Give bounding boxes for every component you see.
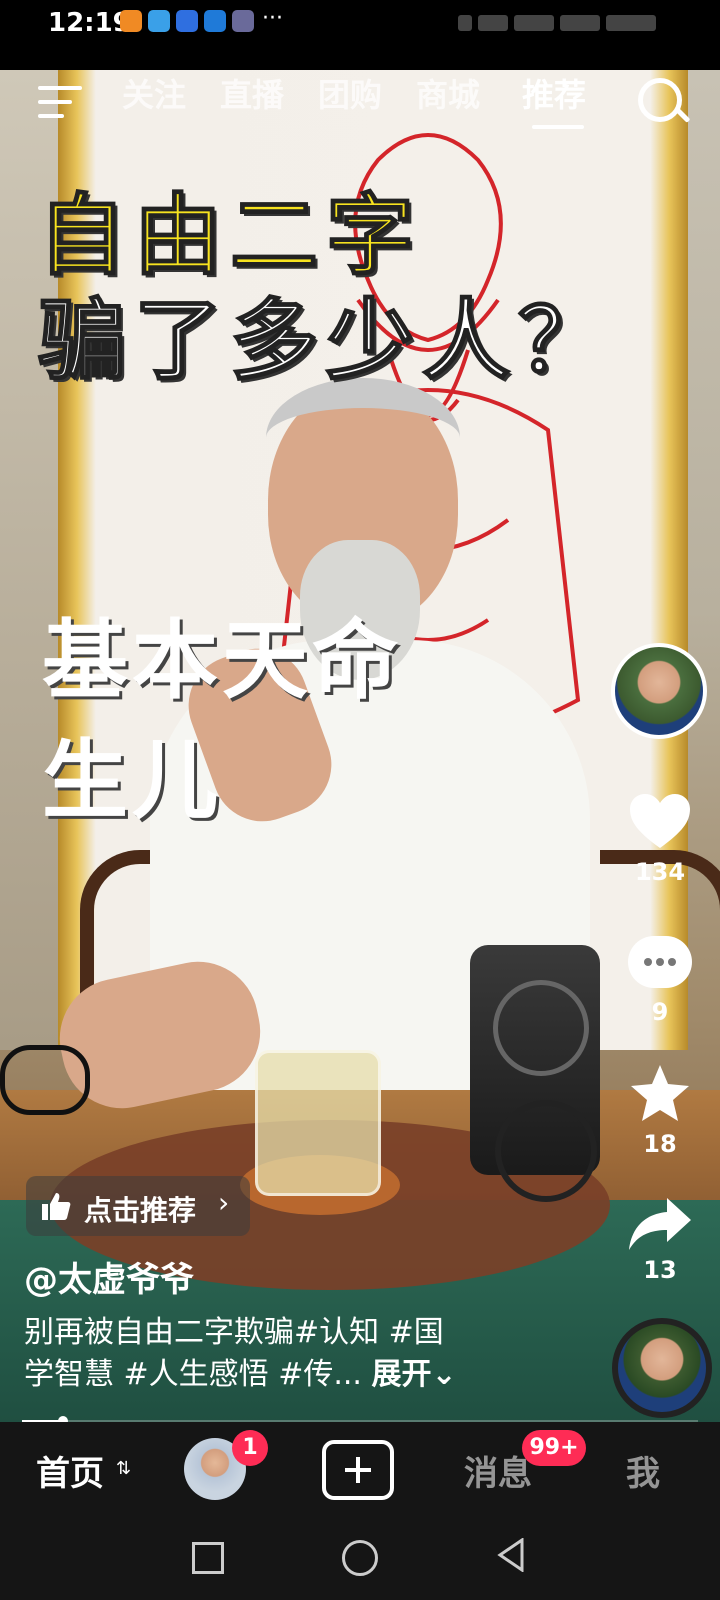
back-icon[interactable] [496, 1538, 526, 1572]
search-icon[interactable] [638, 78, 682, 122]
recommend-label: 点击推荐 [84, 1194, 197, 1227]
bottom-tab-bar: 首页 ⇅ 1 消息 99+ 我 [0, 1422, 720, 1522]
glasses [0, 1045, 90, 1115]
chevron-right-icon: › [218, 1186, 230, 1219]
comment-button[interactable]: 9 [620, 936, 700, 1026]
comment-icon [628, 936, 692, 988]
app-notification-icon [176, 10, 198, 32]
app-notification-icon [120, 10, 142, 32]
notification-icons [120, 10, 254, 32]
wifi-icon [478, 14, 508, 31]
phone-ring [495, 1100, 597, 1202]
home-icon[interactable] [342, 1540, 378, 1576]
system-status-icons [458, 12, 678, 34]
share-arrow-icon [629, 1198, 691, 1250]
active-tab-indicator [532, 125, 584, 129]
tab-messages[interactable]: 消息 [464, 1446, 532, 1495]
battery-icon [606, 14, 656, 31]
tea-glass [255, 1050, 381, 1196]
tab-me[interactable]: 我 [626, 1446, 660, 1495]
create-button[interactable] [322, 1440, 394, 1500]
tab-following[interactable]: 关注 [122, 70, 186, 116]
data-icon [560, 14, 600, 31]
app-notification-icon [232, 10, 254, 32]
like-button[interactable]: 134 [620, 792, 700, 886]
recent-apps-icon[interactable] [192, 1542, 224, 1574]
heart-icon [630, 794, 690, 848]
network-icon [514, 14, 554, 31]
expand-button[interactable]: 展开⌄ [372, 1357, 457, 1392]
tab-mall[interactable]: 商城 [416, 70, 480, 116]
system-nav-bar [0, 1522, 720, 1600]
creator-avatar[interactable] [611, 643, 707, 739]
video-description[interactable]: 别再被自由二字欺骗#认知 #国 学智慧 #人生感悟 #传... 展开⌄ [24, 1312, 584, 1396]
menu-icon[interactable] [38, 86, 82, 122]
like-count: 134 [634, 858, 686, 886]
thumbs-up-icon [42, 1193, 71, 1220]
recommend-button[interactable]: 点击推荐 › [26, 1176, 250, 1236]
app-notification-icon [148, 10, 170, 32]
messages-badge: 99+ [522, 1430, 586, 1466]
favorite-button[interactable]: 18 [620, 1062, 700, 1158]
author-name[interactable]: @太虚爷爷 [24, 1252, 194, 1301]
description-line: 别再被自由二字欺骗#认知 #国 [24, 1315, 444, 1350]
app-notification-icon [204, 10, 226, 32]
signal-icon [458, 14, 472, 31]
chevron-down-icon: ⌄ [431, 1357, 457, 1392]
phone-camera [493, 980, 589, 1076]
music-disc[interactable] [612, 1318, 712, 1418]
expand-label: 展开 [371, 1357, 432, 1392]
comment-count: 9 [651, 998, 669, 1026]
top-nav: 关注 直播 团购 商城 推荐 [0, 70, 720, 140]
share-count: 13 [643, 1256, 677, 1284]
description-line-2: 学智慧 #人生感悟 #传... 展开⌄ [24, 1354, 584, 1396]
tab-live[interactable]: 直播 [220, 70, 284, 116]
refresh-arrows-icon: ⇅ [116, 1458, 132, 1479]
description-text: 学智慧 #人生感悟 #传... [24, 1357, 362, 1392]
video-subtitle-line-2: 生儿 [42, 731, 222, 831]
friends-badge: 1 [232, 1430, 268, 1466]
more-notifications-icon: ··· [262, 6, 283, 31]
status-time: 12:19 [48, 8, 131, 38]
tab-home[interactable]: 首页 [36, 1446, 104, 1495]
tab-group-buy[interactable]: 团购 [318, 70, 382, 116]
star-icon [631, 1065, 689, 1121]
share-button[interactable]: 13 [620, 1196, 700, 1284]
tab-recommended[interactable]: 推荐 [522, 70, 586, 116]
video-subtitle-line-1: 基本天命 [42, 611, 402, 711]
favorite-count: 18 [643, 1130, 677, 1158]
video-title-line-2: 骗了多少人？ [37, 288, 615, 393]
status-bar: 12:19 ··· [0, 0, 720, 70]
